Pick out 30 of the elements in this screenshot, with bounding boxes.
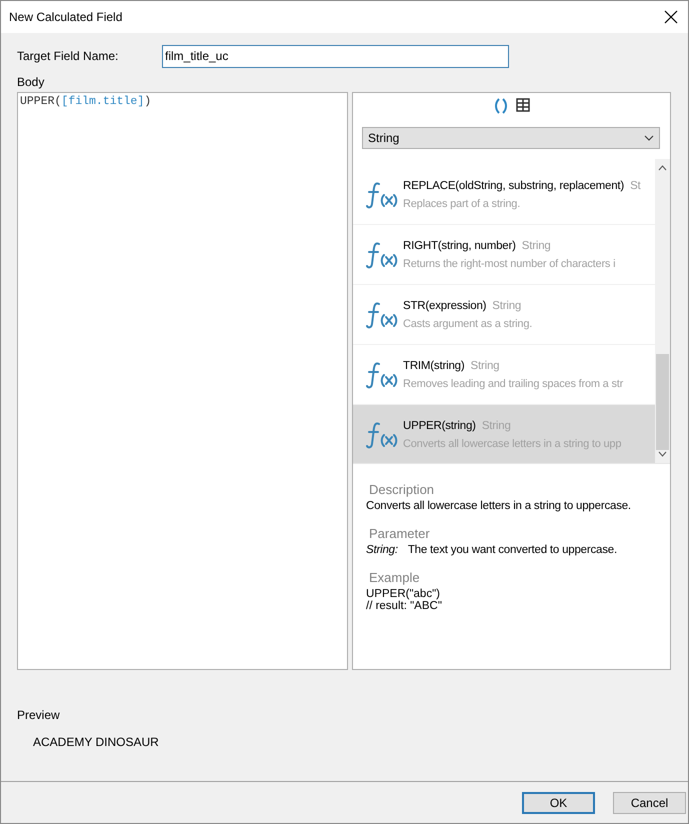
scrollbar[interactable]: [655, 159, 670, 463]
function-icon: [365, 360, 399, 390]
close-icon[interactable]: [664, 10, 678, 24]
scroll-up-icon[interactable]: [658, 165, 667, 171]
section-heading: Parameter: [369, 526, 431, 541]
chevron-down-icon: [644, 135, 654, 141]
function-icon: [365, 240, 399, 270]
expression-editor[interactable]: UPPER([film.title]): [17, 92, 348, 670]
description-text: Converts all lowercase letters in a string to uppercase.: [366, 500, 632, 512]
preview-label: Preview: [17, 708, 61, 722]
section-heading: Example: [369, 570, 421, 585]
category-dropdown[interactable]: String: [362, 127, 660, 149]
ok-button[interactable]: OK: [522, 792, 595, 814]
scroll-down-icon[interactable]: [658, 451, 667, 457]
table-icon[interactable]: [516, 98, 530, 112]
section-heading: Description: [369, 482, 436, 497]
preview-value: ACADEMY DINOSAUR: [33, 735, 160, 749]
field-label: Target Field Name:: [17, 49, 120, 63]
function-icon: [365, 300, 399, 330]
example-line: UPPER("abc"): [366, 588, 441, 600]
body-label: Body: [17, 75, 46, 89]
cancel-button[interactable]: Cancel: [613, 792, 686, 814]
target-field-input[interactable]: film_title_uc: [162, 44, 509, 68]
parentheses-icon[interactable]: [494, 98, 508, 114]
function-icon: [365, 420, 399, 450]
window-title: New Calculated Field: [9, 10, 122, 24]
parameter-text: String: The text you want converted to uppercase.: [366, 544, 618, 556]
function-icon: [365, 180, 399, 210]
example-line: // result: "ABC": [366, 600, 443, 612]
function-item[interactable]: UPPER(string) String Converts all lowercase letters in a string to upp: [353, 405, 655, 463]
